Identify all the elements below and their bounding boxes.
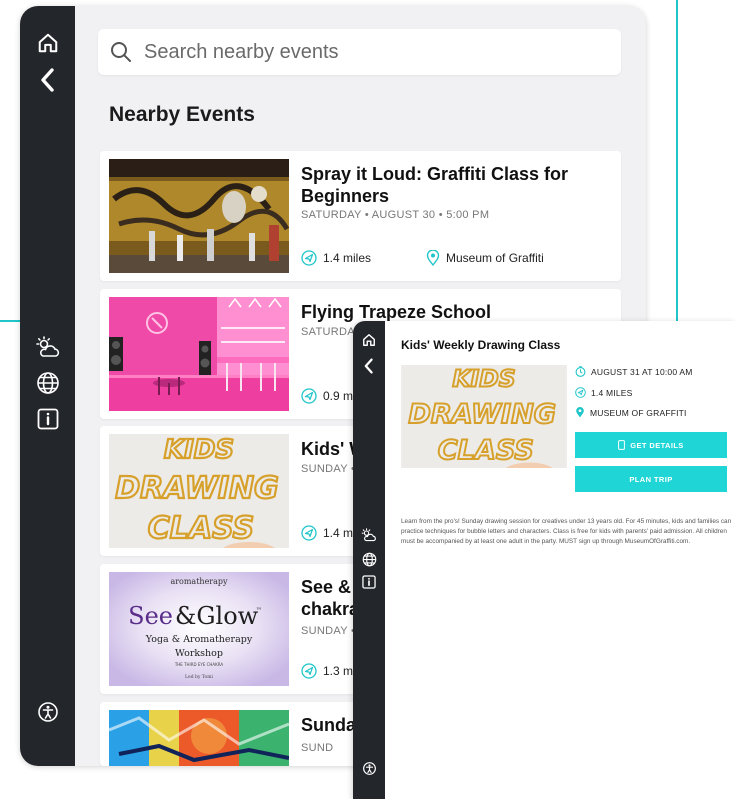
navigation-arrow-icon — [575, 387, 586, 398]
thumb-text-line: CLASS — [148, 511, 255, 546]
navigation-arrow-icon — [301, 388, 317, 404]
navigation-arrow-icon — [301, 663, 317, 679]
accessibility-icon[interactable] — [20, 702, 75, 722]
globe-icon[interactable] — [20, 371, 75, 395]
thumb-text-line: Yoga & Aromatherapy — [145, 634, 253, 645]
event-date: SUNDAY • — [301, 463, 356, 475]
thumb-brand: See — [128, 602, 173, 630]
home-icon[interactable] — [20, 32, 75, 54]
event-distance: 1.4 miles — [301, 250, 371, 266]
detail-title: Kids' Weekly Drawing Class — [401, 338, 561, 352]
detail-description: Learn from the pro's! Sunday drawing ses… — [401, 518, 732, 545]
thumb-text-line: Workshop — [175, 648, 223, 659]
thumb-text-line: CLASS — [438, 435, 534, 466]
detail-location: MUSEUM OF GRAFFITI — [575, 407, 687, 418]
event-detail-panel: Kids' Weekly Drawing Class KIDS DRAWING … — [353, 321, 735, 799]
detail-distance: 1.4 MILES — [575, 387, 633, 398]
search-icon — [111, 42, 131, 62]
plan-trip-button[interactable]: PLAN TRIP — [575, 466, 727, 492]
thumb-text-line: KIDS — [452, 365, 515, 393]
home-icon[interactable] — [353, 333, 385, 347]
event-card-graffiti[interactable]: Spray it Loud: Graffiti Class for Beginn… — [100, 151, 621, 281]
get-details-button[interactable]: GET DETAILS — [575, 432, 727, 458]
thumb-text-line: aromatherapy — [170, 577, 228, 586]
navigation-arrow-icon — [301, 525, 317, 541]
accessibility-icon[interactable] — [353, 762, 385, 775]
event-date: SATURDA — [301, 326, 355, 338]
thumb-text-line: KIDS — [164, 435, 234, 465]
event-thumbnail — [109, 710, 289, 766]
section-title: Nearby Events — [109, 103, 255, 126]
thumb-brand: &Glow — [175, 602, 259, 630]
event-thumbnail: KIDS DRAWING CLASS — [109, 434, 289, 548]
thumb-text-line: THE THIRD EYE CHAKRA — [174, 662, 224, 667]
detail-sidebar — [353, 321, 385, 799]
back-chevron-icon[interactable] — [353, 357, 385, 375]
location-pin-icon — [426, 250, 440, 266]
location-pin-icon — [576, 407, 584, 418]
thumb-brand: ™ — [256, 607, 262, 614]
event-distance: 0.9 m — [301, 388, 353, 404]
info-icon[interactable] — [20, 408, 75, 430]
back-chevron-icon[interactable] — [20, 66, 75, 94]
globe-icon[interactable] — [353, 552, 385, 567]
event-distance: 1.4 m — [301, 525, 353, 541]
navigation-arrow-icon — [301, 250, 317, 266]
info-icon[interactable] — [353, 575, 385, 589]
search-input[interactable] — [144, 40, 584, 64]
detail-date: AUGUST 31 AT 10:00 AM — [575, 366, 693, 377]
thumb-text-line: Led by Tomi — [185, 674, 213, 680]
search-bar[interactable] — [98, 29, 621, 75]
event-title: Spray it Loud: Graffiti Class for Beginn… — [301, 164, 569, 206]
event-thumbnail — [109, 297, 289, 411]
weather-icon[interactable] — [20, 336, 75, 358]
connector-line-top — [676, 0, 678, 330]
thumb-text-line: DRAWING — [408, 399, 556, 430]
event-thumbnail — [109, 159, 289, 273]
weather-icon[interactable] — [353, 528, 385, 542]
sidebar — [20, 6, 75, 766]
event-date: SATURDAY • AUGUST 30 • 5:00 PM — [301, 209, 490, 221]
event-date: SUND — [301, 742, 334, 754]
event-thumbnail: aromatherapy See &Glow ™ Yoga & Aromathe… — [109, 572, 289, 686]
thumb-text-line: DRAWING — [115, 471, 279, 506]
event-location: Museum of Graffiti — [426, 250, 544, 266]
event-date: SUNDAY • — [301, 625, 356, 637]
phone-icon — [618, 440, 626, 450]
event-distance: 1.3 m — [301, 663, 353, 679]
clock-icon — [575, 366, 586, 377]
event-title: Flying Trapeze School — [301, 302, 492, 322]
detail-thumbnail: KIDS DRAWING CLASS — [401, 365, 567, 468]
